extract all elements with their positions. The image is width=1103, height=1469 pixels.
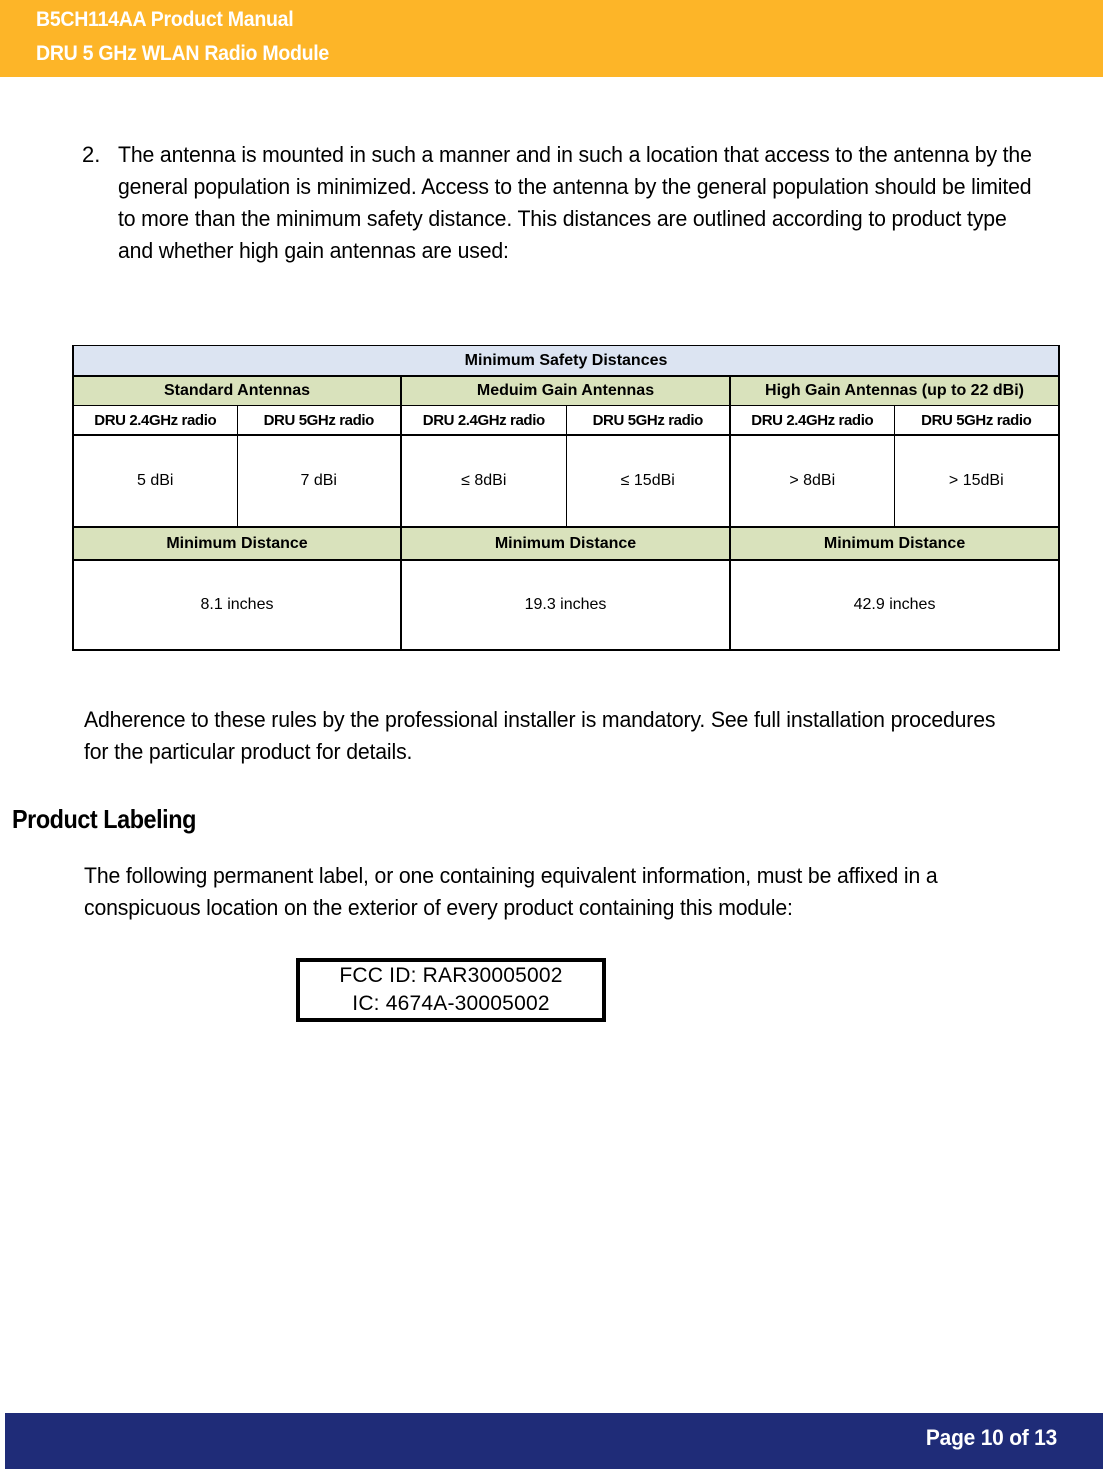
table-radio-header-row: DRU 2.4GHz radio DRU 5GHz radio DRU 2.4G… bbox=[72, 405, 1061, 436]
minimum-distance-label: Minimum Distance bbox=[72, 526, 402, 561]
radio-column-header: DRU 2.4GHz radio bbox=[72, 405, 238, 436]
gain-value-cell: ≤ 15dBi bbox=[565, 434, 731, 528]
header-title-line-1: B5CH114AA Product Manual bbox=[36, 8, 294, 31]
gain-value-cell: 5 dBi bbox=[72, 434, 238, 528]
group-header-high-gain-antennas: High Gain Antennas (up to 22 dBi) bbox=[728, 375, 1061, 406]
table-title-row: Minimum Safety Distances bbox=[71, 345, 1061, 377]
product-labeling-paragraph: The following permanent label, or one co… bbox=[84, 863, 938, 920]
gain-value-cell: 7 dBi bbox=[236, 434, 402, 528]
gain-value-cell: > 8dBi bbox=[729, 434, 895, 528]
list-item-text: The antenna is mounted in such a manner … bbox=[118, 142, 1032, 263]
radio-column-header: DRU 5GHz radio bbox=[893, 405, 1061, 436]
table-title-cell: Minimum Safety Distances bbox=[71, 345, 1061, 377]
group-header-medium-gain-antennas: Meduim Gain Antennas bbox=[400, 375, 731, 406]
table-group-header-row: Standard Antennas Meduim Gain Antennas H… bbox=[72, 375, 1061, 406]
gain-value-cell: > 15dBi bbox=[893, 434, 1061, 528]
radio-column-header: DRU 2.4GHz radio bbox=[400, 405, 567, 436]
group-header-standard-antennas: Standard Antennas bbox=[72, 375, 402, 406]
distance-value-cell: 8.1 inches bbox=[72, 559, 402, 651]
table-gain-values-row: 5 dBi 7 dBi ≤ 8dBi ≤ 15dBi > 8dBi > 15dB… bbox=[72, 434, 1061, 528]
page-number-text: Page 10 of 13 bbox=[925, 1425, 1057, 1450]
numbered-list-item-2: 2. The antenna is mounted in such a mann… bbox=[82, 139, 1067, 267]
fcc-id-line: FCC ID: RAR30005002 bbox=[339, 964, 563, 987]
page-footer-band: Page 10 of 13 bbox=[5, 1413, 1103, 1469]
minimum-distance-label: Minimum Distance bbox=[728, 526, 1061, 561]
adherence-paragraph: Adherence to these rules by the professi… bbox=[84, 707, 996, 764]
radio-column-header: DRU 5GHz radio bbox=[236, 405, 402, 436]
radio-column-header: DRU 2.4GHz radio bbox=[729, 405, 895, 436]
radio-column-header: DRU 5GHz radio bbox=[565, 405, 731, 436]
table-distance-values-row: 8.1 inches 19.3 inches 42.9 inches bbox=[72, 559, 1061, 651]
page-header-band: B5CH114AA Product Manual DRU 5 GHz WLAN … bbox=[0, 0, 1103, 77]
list-item-marker: 2. bbox=[82, 142, 101, 167]
minimum-safety-distances-table: Minimum Safety Distances Standard Antenn… bbox=[71, 345, 1061, 651]
ic-id-line: IC: 4674A-30005002 bbox=[352, 992, 550, 1015]
header-title-line-2: DRU 5 GHz WLAN Radio Module bbox=[36, 42, 330, 65]
fcc-id-label-box: FCC ID: RAR30005002 IC: 4674A-30005002 bbox=[296, 958, 606, 1022]
distance-value-cell: 19.3 inches bbox=[400, 559, 731, 651]
gain-value-cell: ≤ 8dBi bbox=[400, 434, 567, 528]
minimum-distance-label: Minimum Distance bbox=[400, 526, 731, 561]
table-minimum-distance-label-row: Minimum Distance Minimum Distance Minimu… bbox=[72, 526, 1061, 561]
distance-value-cell: 42.9 inches bbox=[728, 559, 1061, 651]
section-heading-product-labeling: Product Labeling bbox=[12, 804, 196, 834]
